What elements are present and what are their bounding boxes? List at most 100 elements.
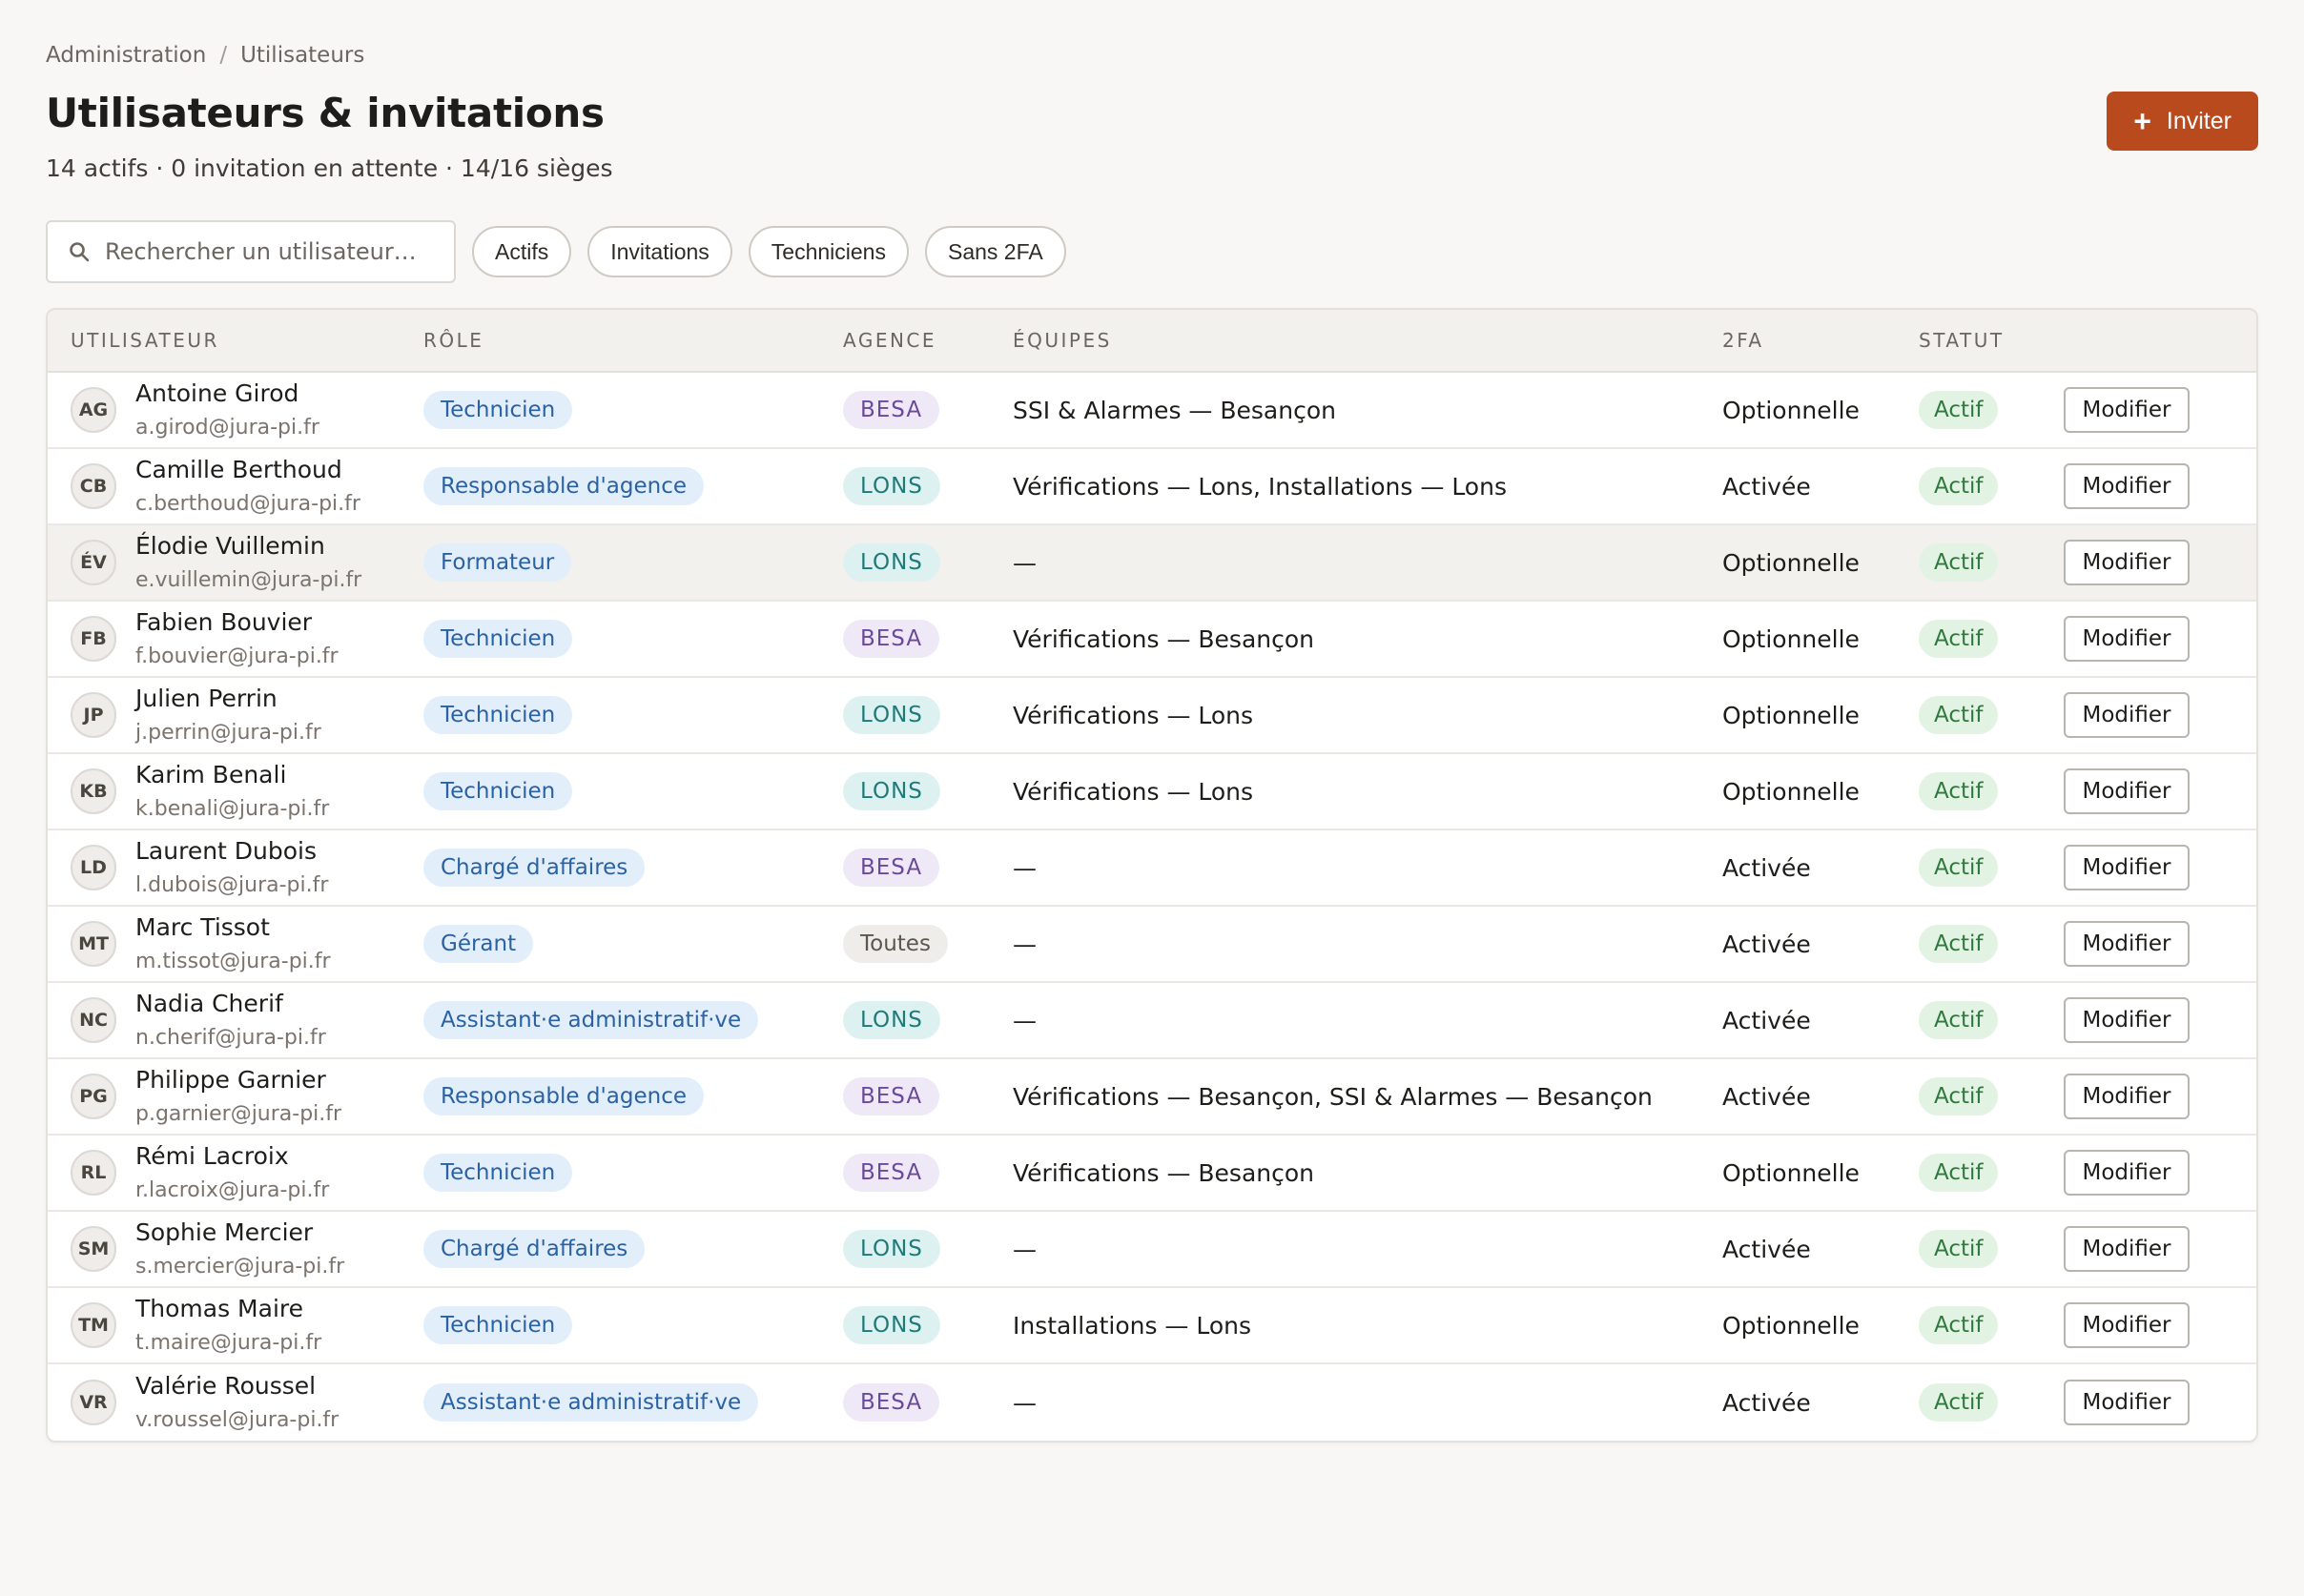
table-row[interactable]: JP Julien Perrin j.perrin@jura-pi.fr Techni… [48, 678, 2256, 754]
edit-user-button[interactable]: Modifier [2064, 463, 2190, 509]
twofa-cell: Optionnelle [1722, 701, 1860, 729]
twofa-cell: Optionnelle [1722, 396, 1860, 424]
filter-chip-techniciens[interactable]: Techniciens [748, 226, 909, 277]
twofa-cell: Activée [1722, 853, 1811, 882]
status-cell: Actif [1919, 391, 2064, 429]
search-input[interactable] [105, 238, 433, 265]
table-row[interactable]: MT Marc Tissot m.tissot@jura-pi.fr Gérant To… [48, 907, 2256, 983]
column-header-role: Rôle [423, 329, 484, 352]
table-row[interactable]: NC Nadia Cherif n.cherif@jura-pi.fr Assista… [48, 983, 2256, 1059]
table-row[interactable]: ÉV Élodie Vuillemin e.vuillemin@jura-pi.fr… [48, 525, 2256, 602]
filter-bar: Actifs Invitations Techniciens Sans 2FA [46, 220, 2258, 283]
edit-user-button[interactable]: Modifier [2064, 1380, 2190, 1425]
user-cell: LD Laurent Dubois l.dubois@jura-pi.fr [48, 835, 423, 900]
table-row[interactable]: TM Thomas Maire t.maire@jura-pi.fr Technici… [48, 1288, 2256, 1364]
edit-user-button[interactable]: Modifier [2064, 1074, 2190, 1119]
edit-user-button[interactable]: Modifier [2064, 616, 2190, 662]
table-body: AG Antoine Girod a.girod@jura-pi.fr Technic… [48, 373, 2256, 1441]
status-cell: Actif [1919, 1306, 2064, 1344]
user-name: Laurent Dubois [135, 837, 318, 865]
agency-badge: LONS [843, 543, 940, 582]
breadcrumb-administration[interactable]: Administration [46, 43, 206, 68]
avatar: CB [71, 463, 116, 509]
role-badge: Assistant·e administratif·ve [423, 1001, 759, 1039]
twofa-cell: Optionnelle [1722, 777, 1860, 806]
twofa-cell: Activée [1722, 1388, 1811, 1417]
agency-badge: LONS [843, 696, 940, 734]
table-row[interactable]: PG Philippe Garnier p.garnier@jura-pi.fr Re… [48, 1059, 2256, 1136]
teams-cell: — [1013, 548, 1037, 577]
action-cell: Modifier [2064, 997, 2197, 1043]
status-badge: Actif [1919, 849, 1999, 887]
user-cell: MT Marc Tissot m.tissot@jura-pi.fr [48, 911, 423, 976]
status-cell: Actif [1919, 772, 2064, 810]
table-row[interactable]: KB Karim Benali k.benali@jura-pi.fr Technic… [48, 754, 2256, 830]
status-badge: Actif [1919, 772, 1999, 810]
table-row[interactable]: SM Sophie Mercier s.mercier@jura-pi.fr Char… [48, 1212, 2256, 1288]
role-cell: Technicien [423, 391, 843, 429]
edit-user-button[interactable]: Modifier [2064, 845, 2190, 890]
table-row[interactable]: RL Rémi Lacroix r.lacroix@jura-pi.fr Techni… [48, 1136, 2256, 1212]
user-info: Antoine Girod a.girod@jura-pi.fr [135, 378, 319, 442]
filter-chip-actifs[interactable]: Actifs [472, 226, 572, 277]
filter-chip-invitations[interactable]: Invitations [587, 226, 732, 277]
user-cell: FB Fabien Bouvier f.bouvier@jura-pi.fr [48, 606, 423, 671]
teams-cell: — [1013, 1235, 1037, 1263]
user-cell: RL Rémi Lacroix r.lacroix@jura-pi.fr [48, 1140, 423, 1205]
edit-user-button[interactable]: Modifier [2064, 1302, 2190, 1348]
user-email: f.bouvier@jura-pi.fr [135, 645, 339, 668]
column-header-equipes: Équipes [1013, 329, 1112, 352]
breadcrumb-separator: / [219, 43, 228, 68]
breadcrumb-current: Utilisateurs [240, 43, 365, 68]
user-info: Thomas Maire t.maire@jura-pi.fr [135, 1293, 321, 1358]
agency-cell: LONS [843, 467, 1013, 505]
search-box[interactable] [46, 220, 456, 283]
table-row[interactable]: AG Antoine Girod a.girod@jura-pi.fr Technic… [48, 373, 2256, 449]
role-cell: Technicien [423, 1306, 843, 1344]
user-info: Sophie Mercier s.mercier@jura-pi.fr [135, 1217, 344, 1281]
edit-user-button[interactable]: Modifier [2064, 768, 2190, 814]
status-badge: Actif [1919, 925, 1999, 963]
user-info: Julien Perrin j.perrin@jura-pi.fr [135, 683, 321, 747]
user-info: Fabien Bouvier f.bouvier@jura-pi.fr [135, 606, 339, 671]
edit-user-button[interactable]: Modifier [2064, 540, 2190, 585]
edit-user-button[interactable]: Modifier [2064, 921, 2190, 967]
column-header-statut: Statut [1919, 329, 2005, 352]
table-row[interactable]: LD Laurent Dubois l.dubois@jura-pi.fr Charg… [48, 830, 2256, 907]
edit-user-button[interactable]: Modifier [2064, 1150, 2190, 1196]
status-badge: Actif [1919, 1001, 1999, 1039]
agency-badge: BESA [843, 1383, 940, 1422]
avatar: SM [71, 1226, 116, 1272]
role-cell: Technicien [423, 1154, 843, 1192]
filter-chip-sans-2fa[interactable]: Sans 2FA [924, 226, 1066, 277]
edit-user-button[interactable]: Modifier [2064, 997, 2190, 1043]
role-badge: Chargé d'affaires [423, 1230, 646, 1268]
avatar: TM [71, 1302, 116, 1348]
twofa-cell: Optionnelle [1722, 624, 1860, 653]
action-cell: Modifier [2064, 692, 2197, 738]
invite-button[interactable]: + Inviter [2107, 92, 2258, 151]
teams-cell: Vérifications — Besançon [1013, 1158, 1314, 1187]
user-cell: TM Thomas Maire t.maire@jura-pi.fr [48, 1293, 423, 1358]
teams-cell: — [1013, 930, 1037, 958]
status-badge: Actif [1919, 467, 1999, 505]
avatar: ÉV [71, 540, 116, 585]
table-row[interactable]: VR Valérie Roussel v.roussel@jura-pi.fr Ass… [48, 1364, 2256, 1441]
action-cell: Modifier [2064, 845, 2197, 890]
role-badge: Technicien [423, 1154, 573, 1192]
page-subtitle: 14 actifs · 0 invitation en attente · 14… [46, 154, 613, 182]
user-cell: KB Karim Benali k.benali@jura-pi.fr [48, 759, 423, 824]
edit-user-button[interactable]: Modifier [2064, 692, 2190, 738]
avatar: JP [71, 692, 116, 738]
user-name: Marc Tissot [135, 913, 270, 941]
avatar: KB [71, 768, 116, 814]
edit-user-button[interactable]: Modifier [2064, 387, 2190, 433]
table-row[interactable]: FB Fabien Bouvier f.bouvier@jura-pi.fr Tech… [48, 602, 2256, 678]
agency-badge: BESA [843, 620, 940, 658]
status-badge: Actif [1919, 1154, 1999, 1192]
user-email: l.dubois@jura-pi.fr [135, 873, 329, 897]
edit-user-button[interactable]: Modifier [2064, 1226, 2190, 1272]
agency-cell: LONS [843, 1230, 1013, 1268]
role-badge: Responsable d'agence [423, 467, 704, 505]
table-row[interactable]: CB Camille Berthoud c.berthoud@jura-pi.fr R… [48, 449, 2256, 525]
